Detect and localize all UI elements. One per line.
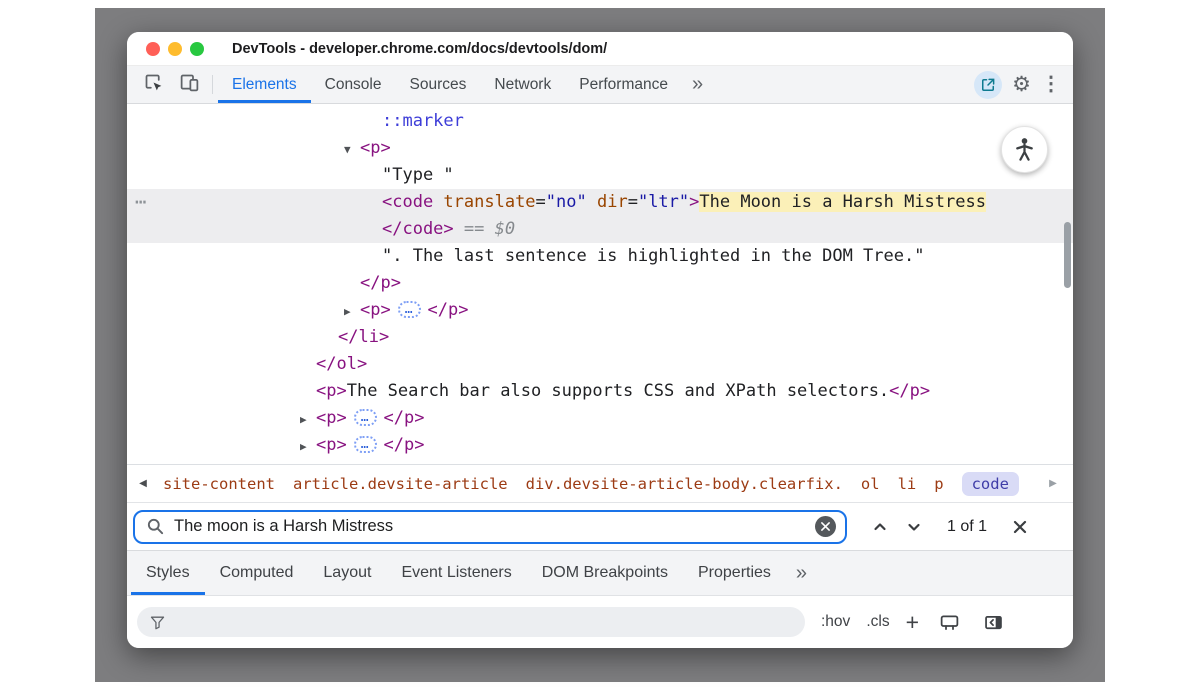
toggle-sidebar-button[interactable]: [979, 608, 1007, 636]
close-window-button[interactable]: [146, 42, 160, 56]
tab-performance[interactable]: Performance: [565, 66, 682, 103]
clear-search-button[interactable]: [815, 516, 836, 537]
tab-sources[interactable]: Sources: [396, 66, 481, 103]
collapsed-content-badge[interactable]: …: [398, 301, 421, 318]
accessibility-cursor-icon: [1001, 126, 1048, 173]
expand-arrow-icon[interactable]: ▶: [300, 406, 316, 433]
dom-line[interactable]: ▶<p>…</p>: [127, 297, 1073, 324]
sidebar-tab-properties[interactable]: Properties: [683, 551, 786, 595]
sidebar-tabbar: StylesComputedLayoutEvent ListenersDOM B…: [127, 550, 1073, 596]
chevron-left-icon: ◀: [139, 478, 147, 489]
collapsed-content-badge[interactable]: …: [354, 436, 377, 453]
minimize-window-button[interactable]: [168, 42, 182, 56]
close-search-button[interactable]: [1003, 510, 1037, 544]
collapsed-content-badge[interactable]: …: [354, 409, 377, 426]
sidebar-tab-event-listeners[interactable]: Event Listeners: [386, 551, 526, 595]
device-toolbar-icon: [179, 72, 200, 98]
dom-line[interactable]: </p>: [127, 270, 1073, 297]
dom-tree: ::marker▼<p>"Type "⋯<code translate="no"…: [127, 108, 1073, 459]
chevron-up-icon: [871, 518, 889, 536]
tab-network[interactable]: Network: [480, 66, 565, 103]
expand-arrow-icon[interactable]: ▶: [344, 298, 360, 325]
devtools-toolbar: ElementsConsoleSourcesNetworkPerformance…: [127, 66, 1073, 104]
breadcrumb-item-article-devsite-article[interactable]: article.devsite-article: [293, 472, 508, 496]
open-in-new-icon: [974, 71, 1002, 99]
toolbar-divider: [212, 75, 213, 94]
breadcrumb-scroll-right-button[interactable]: ▶: [1041, 478, 1065, 489]
dom-line[interactable]: ". The last sentence is highlighted in t…: [127, 243, 1073, 270]
toggle-device-toolbar-button[interactable]: [171, 66, 207, 103]
breadcrumb-item-div-devsite-article-body-clearfix[interactable]: div.devsite-article-body.clearfix.: [526, 472, 843, 496]
gear-icon: ⚙: [1012, 73, 1031, 96]
previous-result-button[interactable]: [863, 510, 897, 544]
new-style-rule-button[interactable]: +: [906, 611, 919, 634]
dom-line[interactable]: </ol>: [127, 351, 1073, 378]
dom-line[interactable]: <p>The Search bar also supports CSS and …: [127, 378, 1073, 405]
dom-line[interactable]: "Type ": [127, 162, 1073, 189]
sidebar-tab-dom-breakpoints[interactable]: DOM Breakpoints: [527, 551, 683, 595]
toolbar-right-icons: ⚙ ⋮: [974, 66, 1073, 103]
dom-line[interactable]: ▶<p>…</p>: [127, 405, 1073, 432]
breadcrumb-item-li[interactable]: li: [898, 472, 917, 496]
expand-arrow-icon[interactable]: ▶: [300, 433, 316, 460]
sidebar-toggle-icon: [983, 612, 1004, 633]
zoom-window-button[interactable]: [190, 42, 204, 56]
search-bar: 1 of 1: [127, 502, 1073, 550]
dom-line[interactable]: </li>: [127, 324, 1073, 351]
breadcrumb-item-p[interactable]: p: [934, 472, 943, 496]
breadcrumb-list: site-content article.devsite-article div.d…: [163, 472, 1041, 496]
filter-icon: [149, 614, 166, 631]
inspect-cursor-icon: [143, 72, 164, 98]
tab-console[interactable]: Console: [311, 66, 396, 103]
sidebar-tab-computed[interactable]: Computed: [205, 551, 309, 595]
gutter-menu-icon[interactable]: ⋯: [135, 189, 146, 216]
styles-filter-box: [137, 607, 805, 637]
dom-line[interactable]: ▼<p>: [127, 135, 1073, 162]
search-input[interactable]: [174, 517, 806, 536]
toggle-element-state-button[interactable]: :hov: [821, 613, 850, 631]
inspect-element-button[interactable]: [135, 66, 171, 103]
close-icon: [821, 522, 830, 531]
search-box: [133, 510, 847, 544]
dom-line[interactable]: ::marker: [127, 108, 1073, 135]
sidebar-tab-styles[interactable]: Styles: [131, 551, 205, 595]
chevron-right-icon: ▶: [1049, 478, 1057, 489]
element-classes-button[interactable]: .cls: [866, 613, 889, 631]
next-result-button[interactable]: [897, 510, 931, 544]
main-toolbar-tabs: ElementsConsoleSourcesNetworkPerformance: [218, 66, 682, 103]
breadcrumb-bar: ◀ site-content article.devsite-article div…: [127, 464, 1073, 502]
close-icon: [1012, 519, 1028, 535]
sidebar-tab-layout[interactable]: Layout: [308, 551, 386, 595]
search-result-count: 1 of 1: [947, 518, 987, 536]
styles-toolbar: :hov .cls +: [127, 596, 1073, 648]
devtools-window: DevTools - developer.chrome.com/docs/dev…: [127, 32, 1073, 648]
dom-line[interactable]: ⋯<code translate="no" dir="ltr">The Moon…: [127, 189, 1073, 216]
breadcrumb-item-ol[interactable]: ol: [861, 472, 880, 496]
expand-arrow-icon[interactable]: ▼: [344, 136, 360, 163]
scrollbar-thumb[interactable]: [1064, 222, 1071, 288]
settings-button[interactable]: ⚙: [1012, 74, 1031, 96]
more-panels-button[interactable]: »: [682, 66, 713, 103]
monitor-icon: [939, 612, 960, 633]
kebab-menu-icon: ⋮: [1041, 73, 1061, 95]
window-titlebar: DevTools - developer.chrome.com/docs/dev…: [127, 32, 1073, 66]
extension-button[interactable]: [974, 71, 1002, 99]
gray-backdrop: DevTools - developer.chrome.com/docs/dev…: [95, 8, 1105, 682]
tab-elements[interactable]: Elements: [218, 66, 311, 103]
elements-panel: ::marker▼<p>"Type "⋯<code translate="no"…: [127, 104, 1073, 464]
styles-tabs: StylesComputedLayoutEvent ListenersDOM B…: [131, 551, 786, 595]
dom-line[interactable]: </code> == $0: [127, 216, 1073, 243]
breadcrumb-item-code[interactable]: code: [962, 472, 1019, 496]
search-icon: [146, 517, 165, 536]
chevron-down-icon: [905, 518, 923, 536]
styles-filter-input[interactable]: [175, 614, 793, 631]
window-title: DevTools - developer.chrome.com/docs/dev…: [232, 41, 607, 57]
more-options-button[interactable]: ⋮: [1041, 74, 1061, 95]
dom-line[interactable]: ▶<p>…</p>: [127, 432, 1073, 459]
more-sidebar-tabs-button[interactable]: »: [786, 551, 817, 595]
breadcrumb-item-site-content[interactable]: site-content: [163, 472, 275, 496]
rendering-emulations-button[interactable]: [935, 608, 963, 636]
breadcrumb-scroll-left-button[interactable]: ◀: [131, 478, 155, 489]
